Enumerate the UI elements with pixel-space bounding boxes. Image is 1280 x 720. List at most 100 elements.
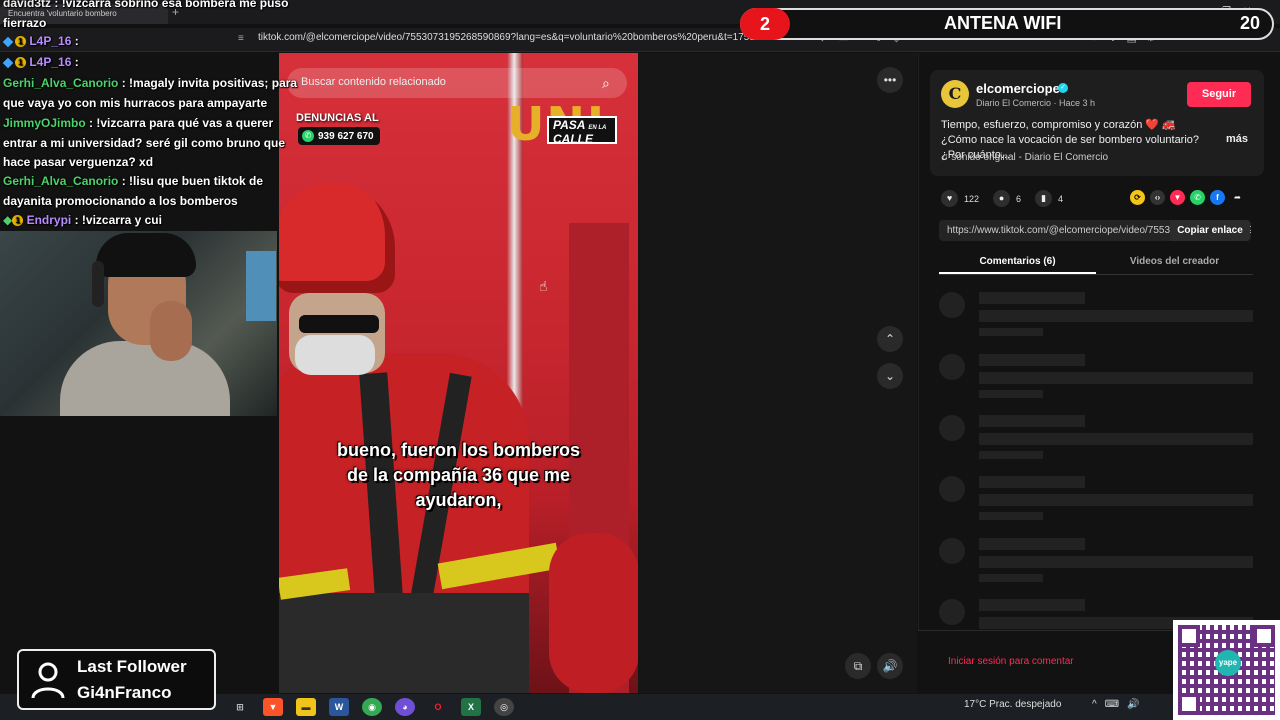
facebook-icon[interactable]: f	[1210, 190, 1225, 205]
weather-widget[interactable]: 17°C Prac. despejado	[964, 699, 1061, 710]
streamer-body	[60, 341, 230, 416]
mouse-cursor-icon: ☝	[539, 278, 548, 294]
firefighter-arm	[549, 533, 638, 693]
firefighter-mask	[295, 335, 375, 375]
antena-count: 20	[1240, 13, 1261, 33]
opera-icon[interactable]: O	[428, 698, 448, 716]
repost-icon[interactable]: ⟳	[1130, 190, 1145, 205]
yape-logo: yape	[1215, 650, 1241, 676]
video-subtitles: bueno, fueron los bomberos de la compañí…	[279, 438, 638, 513]
share-arrow-icon[interactable]: ➦	[1230, 190, 1245, 205]
chat-message: 1 L4P_16 :	[2, 32, 308, 52]
logo-small: EN LA	[588, 125, 607, 131]
qr-corner	[1178, 625, 1200, 647]
subscriber-badge-icon	[2, 57, 14, 69]
streamer-hand	[150, 301, 192, 361]
last-follower-title: Last Follower	[77, 657, 187, 676]
previous-video-button[interactable]: ⌃	[877, 326, 903, 352]
volume-button[interactable]: 🔊	[877, 653, 903, 679]
brave-icon[interactable]: ▼	[263, 698, 283, 716]
pip-button[interactable]: ⧉	[845, 653, 871, 679]
heart-icon: ♥	[941, 190, 958, 207]
comment-icon: ●	[993, 190, 1011, 207]
keyboard-icon[interactable]: ⌨	[1105, 699, 1119, 710]
gem-badge-icon: ◆	[3, 213, 13, 227]
tray-expand-icon[interactable]: ^	[1092, 699, 1097, 710]
word-icon[interactable]: W	[329, 698, 349, 716]
discord-icon[interactable]: ◕	[395, 698, 415, 716]
chat-message: david3tz : !vizcarra sobrino esa bombera…	[3, 0, 308, 33]
chat-message: Gerhi_Alva_Canorio : !magaly invita posi…	[3, 76, 298, 110]
engagement-stats: ♥ 122 ● 6 ▮ 4	[941, 190, 1077, 207]
chat-username: JimmyOJimbo	[3, 116, 86, 130]
logo-line-1: PASA	[553, 118, 586, 132]
video-player[interactable]: UNI	[279, 53, 638, 693]
next-video-button[interactable]: ⌄	[877, 363, 903, 389]
chat-username: Gerhi_Alva_Canorio	[3, 76, 119, 90]
author-subtitle: Diario El Comercio · Hace 3 h	[976, 98, 1096, 108]
task-view-icon[interactable]: ⊞	[230, 698, 250, 716]
comment-stat[interactable]: ● 6	[993, 190, 1021, 207]
author-name[interactable]: elcomerciope	[976, 81, 1060, 96]
obs-icon[interactable]: ◎	[494, 698, 514, 716]
like-stat[interactable]: ♥ 122	[941, 190, 979, 207]
badge: 1	[15, 36, 26, 48]
speaker-icon[interactable]: 🔊	[1127, 699, 1139, 710]
badge: 1	[12, 215, 24, 227]
chat-text: :	[74, 55, 79, 69]
firefighter-glasses	[299, 315, 379, 333]
chrome-icon[interactable]: ◉	[362, 698, 382, 716]
copy-link-button[interactable]: Copiar enlace	[1170, 220, 1250, 241]
panel-tabs: Comentarios (6) Videos del creador	[939, 250, 1253, 275]
comment-count: 6	[1016, 193, 1022, 204]
antena-title: ANTENA WIFI	[944, 13, 1062, 33]
sound-link[interactable]: ♫ sonido original - Diario El Comercio	[941, 152, 1108, 163]
comment-skeleton	[939, 415, 1253, 465]
save-count: 4	[1058, 193, 1064, 204]
file-explorer-icon[interactable]: ▬	[296, 698, 316, 716]
comment-skeleton	[939, 476, 1253, 526]
more-link[interactable]: más	[1226, 133, 1248, 145]
send-icon[interactable]: ▼	[1170, 190, 1185, 205]
streamer-hair	[96, 233, 196, 277]
url-field[interactable]: tiktok.com/@elcomerciope/video/755307319…	[236, 32, 776, 48]
search-icon[interactable]: ⌕	[602, 75, 610, 92]
tab-creator-videos[interactable]: Videos del creador	[1096, 250, 1253, 274]
subtitle-line: bueno, fueron los bomberos	[336, 440, 580, 460]
chat-message: JimmyOJimbo : !vizcarra para qué vas a q…	[3, 116, 286, 169]
whatsapp-share-icon[interactable]: ✆	[1190, 190, 1205, 205]
tab-comments[interactable]: Comentarios (6)	[939, 250, 1096, 274]
comment-skeleton	[939, 538, 1253, 588]
logo-line-2: CALLE	[553, 132, 593, 146]
chat-username: L4P_16	[29, 34, 72, 48]
login-to-comment-link[interactable]: Iniciar sesión para comentar	[948, 656, 1074, 667]
save-stat[interactable]: ▮ 4	[1035, 190, 1063, 207]
stream-chat: david3tz : !vizcarra sobrino esa bombera…	[0, 0, 310, 232]
headset-shape	[92, 261, 104, 307]
system-tray: ^ ⌨ 🔊	[1092, 699, 1140, 710]
chat-message: Gerhi_Alva_Canorio : !lisu que buen tikt…	[3, 174, 264, 208]
webcam-feed	[0, 231, 277, 416]
video-search-input[interactable]: Buscar contenido relacionado	[287, 68, 627, 98]
chat-username: david3tz	[3, 0, 52, 10]
subtitle-line: de la compañía 36 que me	[346, 465, 571, 485]
verified-icon: ✓	[1058, 83, 1068, 93]
follow-button[interactable]: Seguir	[1187, 82, 1251, 107]
chat-username: Gerhi_Alva_Canorio	[3, 174, 119, 188]
more-options-button[interactable]: •••	[877, 67, 903, 93]
subtitle-line: ayudaron,	[415, 490, 502, 510]
share-icons: ⟳ ‹› ▼ ✆ f ➦	[1130, 190, 1245, 205]
chat-username: Endrypi	[26, 213, 72, 227]
embed-icon[interactable]: ‹›	[1150, 190, 1165, 205]
whatsapp-phone: ✆ 939 627 670	[298, 127, 380, 145]
avatar[interactable]: C	[941, 80, 969, 108]
chat-username: L4P_16	[29, 55, 72, 69]
pasa-en-la-calle-logo: PASA EN LA CALLE	[547, 116, 617, 146]
chat-text: !vizcarra y cui	[81, 213, 162, 227]
excel-icon[interactable]: X	[461, 698, 481, 716]
taskbar-apps: ⊞ ▼ ▬ W ◉ ◕ O X ◎	[230, 698, 514, 716]
comment-skeleton	[939, 354, 1253, 404]
user-icon	[31, 662, 65, 699]
firefighter-belt	[279, 593, 529, 693]
phone-number: 939 627 670	[318, 130, 374, 142]
